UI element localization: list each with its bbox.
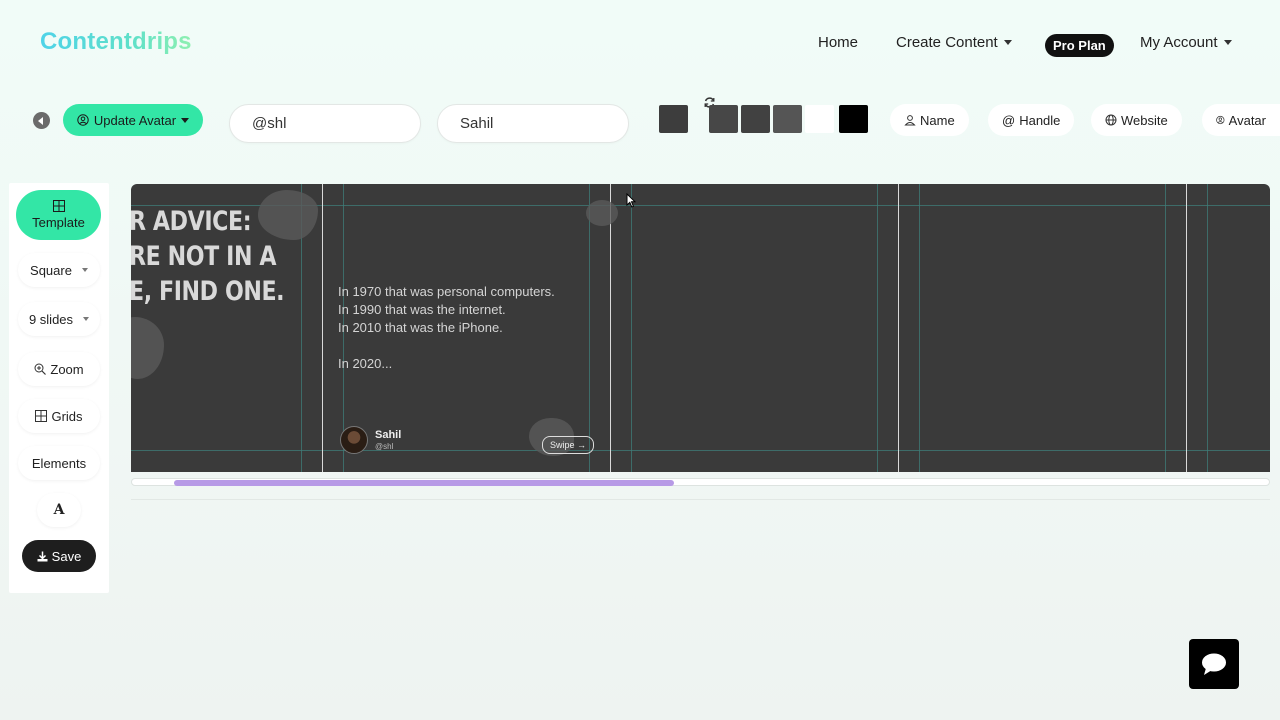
grids-button[interactable]: Grids [18, 399, 100, 433]
decorative-blob [586, 200, 618, 226]
headline-line: RE NOT IN A [131, 241, 277, 272]
name-input-value: Sahil [460, 115, 494, 132]
chevron-down-icon [81, 268, 88, 272]
field-name-label: Name [920, 112, 955, 128]
decorative-blob [131, 317, 164, 379]
slide-divider [322, 184, 323, 472]
color-swatch[interactable] [773, 105, 802, 133]
slides-select-value: 9 slides [28, 311, 74, 327]
template-button[interactable]: Template [16, 190, 101, 240]
template-label: Template [32, 215, 85, 230]
download-icon [37, 551, 48, 561]
field-avatar-button[interactable]: Avatar [1202, 104, 1280, 136]
left-sidebar: Template Square 9 slides Zoom Grids Elem… [9, 183, 109, 593]
chat-bubble-icon [1202, 653, 1226, 675]
mouse-cursor-icon [626, 193, 636, 208]
chat-widget-button[interactable] [1189, 639, 1239, 689]
field-handle-label: Handle [1019, 112, 1061, 128]
size-select[interactable]: Square [18, 253, 100, 287]
grids-label: Grids [51, 408, 83, 424]
handle-input[interactable]: @shl [229, 104, 421, 143]
update-avatar-label: Update Avatar [93, 112, 177, 128]
slide-divider [898, 184, 899, 472]
headline-line: E, FIND ONE. [131, 276, 285, 307]
slide-body-line[interactable]: In 2010 that was the iPhone. [338, 320, 503, 335]
guide-line [589, 184, 590, 472]
save-label: Save [51, 548, 82, 564]
at-sign-icon: @ [1002, 112, 1016, 128]
zoom-in-icon [34, 363, 47, 375]
scrollbar-thumb[interactable] [174, 480, 674, 486]
slide-headline[interactable]: R ADVICE: RE NOT IN A E, FIND ONE. [131, 204, 285, 309]
nav-my-account[interactable]: My Account [1140, 34, 1232, 51]
grid-icon [52, 200, 65, 212]
zoom-button[interactable]: Zoom [18, 352, 100, 386]
slide-body-line[interactable]: In 1970 that was personal computers. [338, 284, 555, 299]
update-avatar-button[interactable]: Update Avatar [63, 104, 203, 136]
author-avatar[interactable] [340, 426, 368, 454]
carousel-canvas[interactable]: R ADVICE: RE NOT IN A E, FIND ONE. In 19… [131, 184, 1270, 472]
headline-line: R ADVICE: [131, 206, 252, 237]
color-swatch[interactable] [741, 105, 770, 133]
canvas-scrollbar[interactable] [131, 478, 1270, 486]
field-avatar-label: Avatar [1228, 112, 1266, 128]
swipe-badge[interactable]: Swipe → [542, 436, 594, 454]
slide-body-line[interactable]: In 1990 that was the internet. [338, 302, 506, 317]
author-handle[interactable]: @shl [375, 442, 393, 451]
author-name[interactable]: Sahil [375, 429, 401, 441]
user-icon [904, 115, 916, 126]
color-swatch[interactable] [839, 105, 868, 133]
field-website-label: Website [1121, 112, 1168, 128]
name-input[interactable]: Sahil [437, 104, 629, 143]
slide-divider [610, 184, 611, 472]
nav-my-account-label: My Account [1140, 34, 1218, 51]
guide-line [631, 184, 632, 472]
font-button[interactable]: A [37, 493, 81, 527]
chevron-down-icon [83, 317, 90, 321]
guide-line [1207, 184, 1208, 472]
slides-select[interactable]: 9 slides [18, 302, 100, 336]
divider [131, 499, 1270, 500]
zoom-label: Zoom [50, 361, 84, 377]
font-button-label: A [53, 502, 65, 518]
grid-icon [35, 410, 48, 422]
size-select-value: Square [30, 262, 72, 278]
plan-badge[interactable]: Pro Plan [1045, 34, 1114, 57]
slide-divider [1186, 184, 1187, 472]
chevron-down-icon [1223, 40, 1232, 45]
user-circle-icon [77, 114, 89, 126]
elements-button[interactable]: Elements [18, 446, 100, 480]
color-swatch[interactable] [659, 105, 688, 133]
field-name-button[interactable]: Name [890, 104, 969, 136]
save-button[interactable]: Save [22, 540, 96, 572]
chevron-down-icon [1003, 40, 1012, 45]
nav-create-content-label: Create Content [896, 34, 998, 51]
field-handle-button[interactable]: @ Handle [988, 104, 1075, 136]
nav-home-label: Home [818, 34, 859, 51]
slide-body-line[interactable]: In 2020... [338, 356, 392, 371]
handle-input-value: @shl [252, 115, 287, 132]
chevron-down-icon [181, 117, 190, 123]
color-swatch[interactable] [805, 105, 834, 133]
user-circle-icon [1216, 115, 1225, 125]
guide-line [877, 184, 878, 472]
globe-icon [1105, 114, 1117, 126]
nav-home[interactable]: Home [818, 34, 858, 51]
field-website-button[interactable]: Website [1091, 104, 1182, 136]
nav-create-content[interactable]: Create Content [896, 34, 1012, 51]
guide-line [919, 184, 920, 472]
elements-label: Elements [31, 455, 87, 471]
back-arrow-icon[interactable] [33, 112, 50, 129]
guide-line [1165, 184, 1166, 472]
color-swatch[interactable] [709, 105, 738, 133]
